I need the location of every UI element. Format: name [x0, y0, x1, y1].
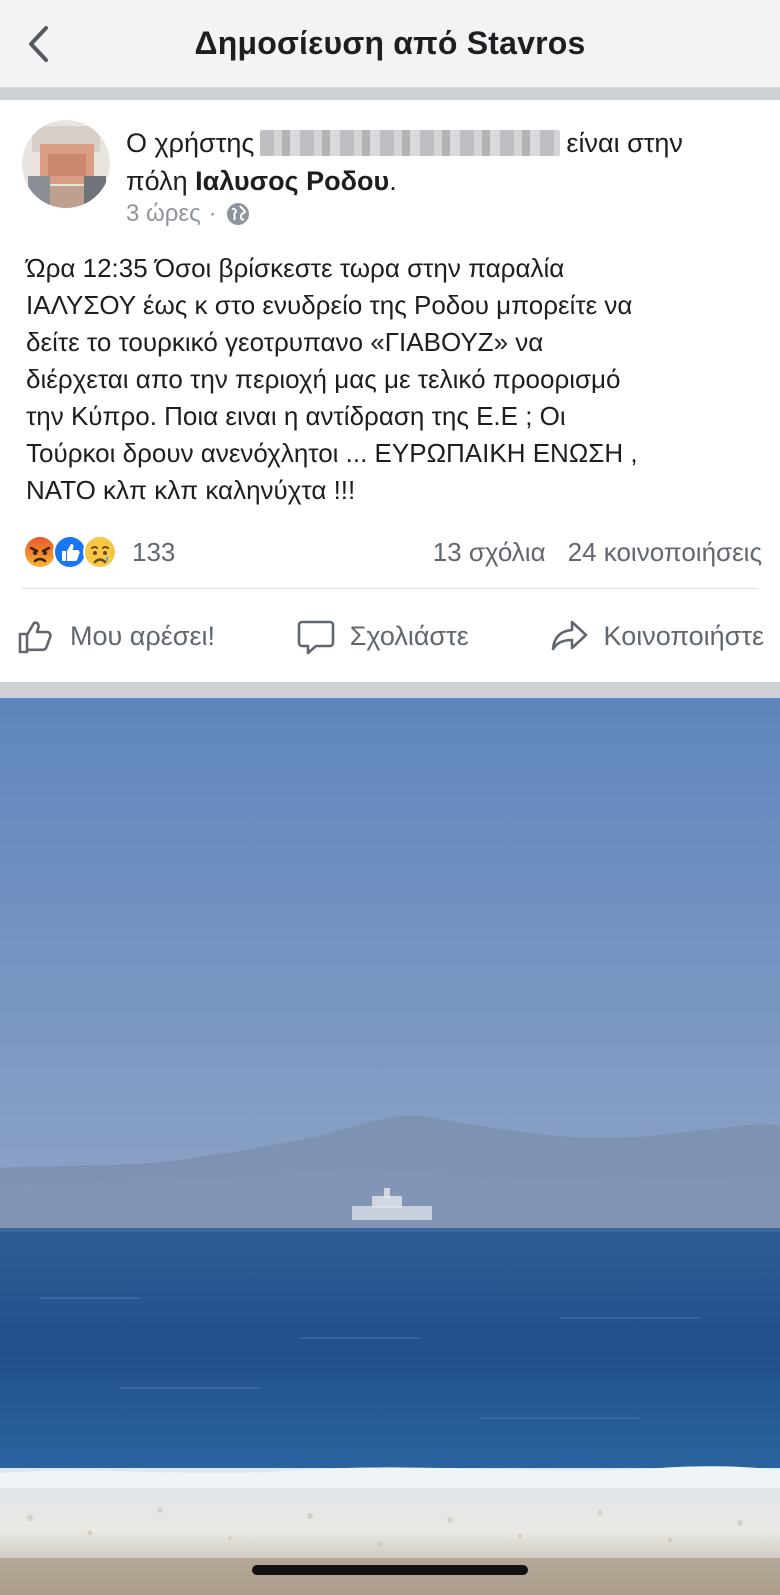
post-card: Ο χρήστης είναι στην πόλη Ιαλυσος Ροδου. …	[0, 100, 780, 682]
author-prefix: Ο χρήστης	[126, 128, 255, 158]
author-suffix: είναι στην	[566, 128, 683, 158]
comment-icon	[297, 620, 334, 655]
actions-divider	[22, 588, 758, 589]
home-indicator[interactable]	[252, 1565, 528, 1575]
page-title: Δημοσίευση από Stavros	[194, 25, 586, 61]
globe-icon	[226, 203, 249, 225]
shares-count[interactable]: 24 κοινοποιήσεις	[568, 537, 762, 568]
like-label: Μου αρέσει!	[70, 620, 215, 651]
location-end: .	[389, 166, 397, 196]
reactions-bar[interactable]: 133 13 σχόλια 24 κοινοποιήσεις	[22, 530, 762, 574]
post-body-text: Ώρα 12:35 Όσοι βρίσκεστε τωρα στην παραλ…	[26, 253, 638, 505]
thumbs-up-icon	[18, 621, 52, 654]
avatar[interactable]	[22, 120, 110, 208]
post-header-text: Ο χρήστης είναι στην πόλη Ιαλυσος Ροδου.	[126, 124, 766, 200]
share-label: Κοινοποιήστε	[603, 620, 764, 651]
share-button[interactable]: Κοινοποιήστε	[550, 616, 764, 656]
post-photo[interactable]	[0, 698, 780, 1595]
header-separator	[0, 88, 780, 100]
comment-label: Σχολιάστε	[349, 620, 469, 651]
location-prefix: πόλη	[126, 166, 188, 196]
engagement-stats: 13 σχόλια 24 κοινοποιήσεις	[433, 537, 762, 568]
meta-separator: ·	[208, 200, 217, 227]
top-bar: Δημοσίευση από Stavros	[0, 0, 780, 88]
reaction-count[interactable]: 133	[132, 537, 175, 568]
photo-separator	[0, 682, 780, 698]
reaction-icons	[22, 534, 117, 570]
sad-icon	[82, 534, 118, 570]
seascape-image	[0, 698, 780, 1595]
comments-count[interactable]: 13 σχόλια	[433, 537, 546, 568]
post-meta: 3 ώρες ·	[126, 200, 251, 228]
back-button[interactable]	[18, 22, 58, 66]
post-actions: Μου αρέσει! Σχολιάστε Κοινοποιήστε	[0, 606, 780, 666]
like-button[interactable]: Μου αρέσει!	[16, 616, 215, 656]
share-icon	[551, 620, 587, 651]
location-link[interactable]: Ιαλυσος Ροδου	[195, 166, 389, 196]
blurred-author-name[interactable]	[260, 130, 561, 156]
chevron-left-icon	[29, 26, 48, 62]
post-time[interactable]: 3 ώρες	[126, 200, 201, 228]
comment-button[interactable]: Σχολιάστε	[296, 616, 469, 656]
